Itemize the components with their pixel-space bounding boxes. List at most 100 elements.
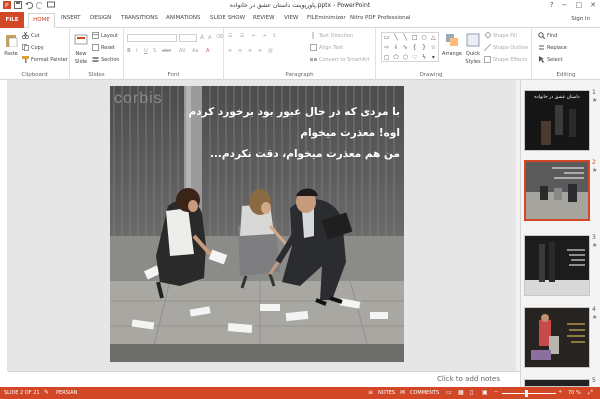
shape-line-icon[interactable]: ╲ — [391, 33, 400, 43]
char-spacing-button[interactable]: AV — [179, 48, 186, 54]
notes-pane[interactable]: Click to add notes — [8, 371, 520, 387]
align-text-button[interactable]: Align Text — [310, 44, 343, 51]
cut-button[interactable]: Cut — [22, 31, 40, 39]
tab-file[interactable]: FILE — [0, 12, 24, 28]
tab-review[interactable]: REVIEW — [253, 15, 275, 21]
slide-thumbnail-1[interactable]: داستان عشق در خانواده — [524, 90, 590, 151]
shape-rounded-icon[interactable]: ▢ — [382, 53, 391, 63]
shape-textbox-icon[interactable]: ▭ — [382, 33, 391, 43]
tab-insert[interactable]: INSERT — [61, 15, 80, 21]
zoom-in-button[interactable]: + — [558, 389, 562, 395]
shape-line2-icon[interactable]: ╲ — [401, 33, 410, 43]
numbering-icon[interactable]: ☰ — [240, 33, 244, 39]
paste-button[interactable]: Paste — [3, 33, 19, 57]
grow-font-button[interactable]: A — [200, 34, 204, 41]
slide-thumbnail-3[interactable] — [524, 235, 590, 296]
zoom-level[interactable]: 70 % — [568, 390, 581, 396]
left-scrollbar[interactable] — [0, 80, 8, 371]
shape-hexagon-icon[interactable]: ⬡ — [401, 53, 410, 63]
slideshow-view-icon[interactable]: ▣ — [482, 389, 488, 396]
shape-rect-icon[interactable]: □ — [410, 33, 419, 43]
tab-animations[interactable]: ANIMATIONS — [166, 15, 201, 21]
maximize-button[interactable]: □ — [576, 1, 583, 9]
minimize-button[interactable]: − — [562, 1, 568, 9]
spelling-check-icon[interactable]: ✎ — [44, 389, 49, 396]
shape-triangle-icon[interactable]: △ — [429, 33, 438, 43]
tab-transitions[interactable]: TRANSITIONS — [121, 15, 158, 21]
shape-heart-icon[interactable]: ♡ — [410, 53, 419, 63]
shapes-gallery[interactable]: ▭ ╲ ╲ □ ○ △ ⇨ ⇩ ∿ { } ☆ ▢ ⬠ ⬡ ♡ ϟ ▾ — [381, 32, 439, 62]
notes-toggle-icon[interactable]: ≡ — [368, 389, 373, 396]
change-case-button[interactable]: Aa — [192, 48, 198, 54]
decrease-indent-icon[interactable]: ⇤ — [252, 33, 256, 39]
line-spacing-icon[interactable]: ↕ — [272, 33, 276, 39]
increase-indent-icon[interactable]: ⇥ — [262, 33, 266, 39]
shape-arrow-right-icon[interactable]: ⇨ — [382, 43, 391, 53]
notes-toggle[interactable]: NOTES — [378, 390, 395, 396]
shape-brace2-icon[interactable]: } — [419, 43, 428, 53]
tab-view[interactable]: VIEW — [284, 15, 298, 21]
shape-lightning-icon[interactable]: ϟ — [419, 53, 428, 63]
new-slide-button[interactable]: New Slide — [72, 33, 90, 65]
arrange-button[interactable]: Arrange — [442, 33, 462, 57]
font-size-box[interactable] — [179, 34, 197, 42]
slide-text-box[interactable]: با مردی که در حال عبور بود برخورد کردم ا… — [189, 102, 400, 165]
columns-icon[interactable]: ▥ — [268, 48, 273, 54]
shape-pentagon-icon[interactable]: ⬠ — [391, 53, 400, 63]
align-center-icon[interactable]: ≡ — [238, 48, 242, 54]
convert-smartart-button[interactable]: Convert to SmartArt — [310, 56, 370, 63]
font-name-box[interactable] — [127, 34, 177, 42]
zoom-out-button[interactable]: − — [494, 389, 498, 395]
select-button[interactable]: Select — [538, 56, 562, 63]
shadow-button[interactable]: S — [153, 48, 156, 54]
shape-curve-icon[interactable]: ∿ — [401, 43, 410, 53]
justify-icon[interactable]: ≡ — [258, 48, 262, 54]
normal-view-icon[interactable]: ▭ — [446, 389, 452, 396]
slide-thumbnail-2[interactable] — [524, 160, 590, 221]
shape-arrow-down-icon[interactable]: ⇩ — [391, 43, 400, 53]
shape-outline-button[interactable]: Shape Outline — [483, 43, 528, 52]
quick-styles-button[interactable]: Quick Styles — [463, 33, 483, 65]
strikethrough-button[interactable]: abc — [162, 48, 171, 54]
fit-slide-icon[interactable]: ⤢ — [588, 389, 593, 397]
italic-button[interactable]: I — [136, 48, 137, 54]
shape-brace-icon[interactable]: { — [410, 43, 419, 53]
slide-thumbnail-4[interactable] — [524, 307, 590, 368]
layout-button[interactable]: Layout — [92, 32, 118, 39]
reset-button[interactable]: Reset — [92, 44, 115, 51]
main-slide[interactable]: corbis با مردی که در حال عبور بود برخورد… — [110, 86, 404, 362]
text-direction-button[interactable]: Text Direction — [310, 32, 353, 39]
tab-home[interactable]: HOME — [28, 13, 55, 28]
tab-design[interactable]: DESIGN — [90, 15, 111, 21]
copy-button[interactable]: Copy — [22, 44, 44, 51]
tab-slide-show[interactable]: SLIDE SHOW — [210, 15, 245, 21]
bold-button[interactable]: B — [127, 48, 131, 54]
find-button[interactable]: Find — [538, 32, 557, 40]
bullets-icon[interactable]: ☰ — [228, 33, 232, 39]
notes-placeholder[interactable]: Click to add notes — [437, 375, 500, 383]
shape-effects-button[interactable]: Shape Effects — [484, 56, 527, 63]
sign-in-link[interactable]: Sign in — [571, 16, 590, 22]
help-button[interactable]: ? — [550, 1, 554, 9]
zoom-slider-thumb[interactable] — [525, 390, 528, 397]
format-painter-button[interactable]: Format Painter — [22, 56, 68, 63]
font-color-button[interactable]: A — [206, 48, 209, 54]
shape-oval-icon[interactable]: ○ — [419, 33, 428, 43]
zoom-slider[interactable] — [502, 393, 556, 394]
tab-fileminimizer[interactable]: FILEminimizer — [307, 15, 346, 21]
underline-button[interactable]: U — [144, 48, 148, 54]
shape-fill-button[interactable]: Shape Fill — [484, 31, 517, 39]
replace-button[interactable]: Replace — [538, 44, 567, 51]
align-right-icon[interactable]: ≡ — [248, 48, 252, 54]
language-indicator[interactable]: PERSIAN — [56, 390, 77, 396]
reading-view-icon[interactable]: ▯ — [470, 389, 473, 396]
slide-thumbnail-5[interactable] — [524, 379, 590, 387]
shrink-font-button[interactable]: A — [208, 35, 211, 41]
close-button[interactable]: ✕ — [590, 1, 596, 9]
comments-toggle-icon[interactable]: ✉ — [400, 389, 405, 396]
comments-toggle[interactable]: COMMENTS — [410, 390, 439, 396]
shape-star-icon[interactable]: ☆ — [429, 43, 438, 53]
align-left-icon[interactable]: ≡ — [228, 48, 232, 54]
clear-format-icon[interactable]: ⌫ — [216, 34, 223, 40]
tab-nitro-pdf[interactable]: Nitro PDF Professional — [350, 15, 411, 21]
